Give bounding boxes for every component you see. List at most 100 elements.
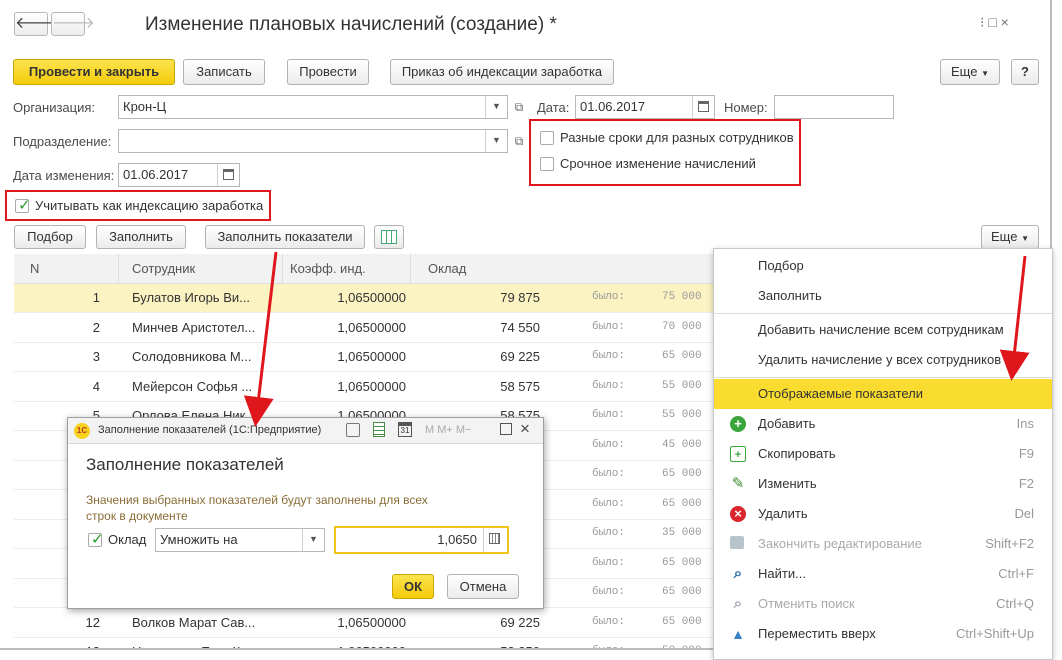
memory-buttons[interactable]: M M+ M− [425,424,471,436]
menu-item-displayed-indicators[interactable]: Отображаемые показатели [714,379,1052,409]
was-label: было: [592,645,625,648]
post-button[interactable]: Провести [287,59,369,85]
was-label: было: [592,556,626,569]
operation-value: Умножить на [160,532,238,547]
cell-n: 13 [34,644,100,648]
cell-coef: 1,06500000 [337,378,406,394]
col-header-salary[interactable]: Оклад [428,261,466,276]
date-label: Дата: [537,100,570,115]
menu-item-end-editing[interactable]: Закончить редактирование Shift+F2 [714,529,1052,559]
back-button[interactable]: 🡐 [14,12,58,36]
fill-button[interactable]: Заполнить [96,225,186,249]
department-field[interactable]: ▼ [118,129,508,153]
end-edit-icon [730,536,744,549]
post-and-close-button[interactable]: Провести и закрыть [13,59,175,85]
chevron-down-icon: ▼ [1021,234,1029,243]
table-settings-button[interactable] [374,225,404,249]
shortcut-label: Shift+F2 [985,536,1034,551]
col-header-coef[interactable]: Коэфф. инд. [290,261,366,276]
was-value: 35 000 [662,527,702,539]
open-department-icon[interactable]: ⧉ [510,130,528,152]
change-date-field[interactable]: 01.06.2017 [118,163,240,187]
value-input[interactable]: 1,0650 [334,526,509,554]
save-button[interactable]: Записать [183,59,265,85]
was-label: было: [592,586,626,598]
annotation-box-indexation [5,190,271,221]
calculator-icon[interactable] [373,422,385,437]
organization-field[interactable]: Крон-Ц ▼ [118,95,508,119]
menu-item-move-up[interactable]: ▲ Переместить вверх Ctrl+Shift+Up [714,619,1052,649]
menu-item-copy[interactable]: + Скопировать F9 [714,439,1052,469]
salary-checkbox[interactable]: ✓ [88,531,104,548]
table-row[interactable]: 13 Никаноров Егор К... 1,06500000 53 250 был… [14,638,714,648]
col-header-n[interactable]: N [30,261,39,276]
was-value: 55 000 [662,379,702,392]
calendar-icon[interactable] [692,96,714,118]
select-button[interactable]: Подбор [14,225,86,249]
menu-item-label: Добавить начисление всем сотрудникам [758,322,1004,337]
open-organization-icon[interactable]: ⧉ [510,96,528,118]
operation-select[interactable]: Умножить на ▼ [155,528,325,552]
chevron-down-icon[interactable]: ▼ [485,96,507,118]
cancel-button[interactable]: Отмена [447,574,519,599]
cell-n: 2 [92,319,100,335]
was-value: 70 000 [662,320,702,333]
dialog-titlebar: 1С Заполнение показателей (1С:Предприяти… [68,418,543,444]
window-controls[interactable]: ⁝ □ × [980,14,1009,31]
cell-salary: 79 875 [500,290,540,305]
dialog-note-line2: строк в документе [86,509,188,523]
department-label: Подразделение: [13,134,112,149]
table-row[interactable]: 4 Мейерсон Софья ... 1,06500000 58 575 было:… [14,373,714,402]
calendar-icon[interactable] [217,164,239,186]
menu-item-label: Удалить начисление у всех сотрудников [758,352,1002,367]
close-icon[interactable]: × [520,419,530,439]
col-header-employee[interactable]: Сотрудник [132,261,195,276]
fill-indicators-button[interactable]: Заполнить показатели [205,225,365,249]
maximize-icon[interactable] [500,423,512,435]
print-icon[interactable] [346,423,360,437]
date-field[interactable]: 01.06.2017 [575,95,715,119]
calculator-icon[interactable] [483,528,507,552]
shortcut-label: F9 [1018,446,1034,461]
arrow-up-icon: ▲ [731,626,745,642]
search-icon: ⌕ [733,565,743,582]
number-field[interactable] [774,95,894,119]
menu-item-edit[interactable]: ✎ Изменить F2 [714,469,1052,499]
menu-item-cancel-search[interactable]: ⌕ Отменить поиск Ctrl+Q [714,589,1052,619]
shortcut-label: F2 [1018,476,1034,491]
menu-item-label: Найти... [758,566,806,581]
table-header: N Сотрудник Коэфф. инд. Оклад [14,254,714,284]
menu-item-add-to-all[interactable]: Добавить начисление всем сотрудникам [714,315,1052,345]
menu-item-fill[interactable]: Заполнить [714,281,1052,311]
table-row[interactable]: 1 Булатов Игорь Ви... 1,06500000 79 875 было… [14,284,714,313]
number-label: Номер: [724,100,768,115]
table-row[interactable]: 2 Минчев Аристотел... 1,06500000 74 550 было… [14,314,714,343]
chevron-down-icon[interactable]: ▼ [302,529,324,551]
help-button[interactable]: ? [1011,59,1039,85]
menu-item-remove-from-all[interactable]: Удалить начисление у всех сотрудников [714,345,1052,375]
menu-item-label: Закончить редактирование [758,536,922,551]
checkmark-icon: ✓ [91,531,104,548]
menu-item-delete[interactable]: × Удалить Del [714,499,1052,529]
menu-item-add[interactable]: + Добавить Ins [714,409,1052,439]
table-more-button[interactable]: Еще ▼ [981,225,1039,249]
was-value: 55 000 [662,409,702,421]
pencil-icon: ✎ [731,475,745,492]
cell-salary: 58 575 [500,378,540,394]
chevron-down-icon[interactable]: ▼ [485,130,507,152]
table-row[interactable]: 3 Солодовникова М... 1,06500000 69 225 было:… [14,343,714,372]
add-icon: + [730,416,746,432]
ok-button[interactable]: ОК [392,574,434,599]
calendar-icon[interactable]: 31 [398,422,412,437]
cell-employee: Булатов Игорь Ви... [132,290,250,305]
indexation-order-button[interactable]: Приказ об индексации заработка [390,59,614,85]
forward-button[interactable]: 🡒 [51,12,95,36]
menu-item-find[interactable]: ⌕ Найти... Ctrl+F [714,559,1052,589]
cell-coef: 1,06500000 [337,349,406,364]
cell-salary: 69 225 [500,349,540,364]
menu-item-select[interactable]: Подбор [714,251,1052,281]
table-row[interactable]: 12 Волков Марат Сав... 1,06500000 69 225 был… [14,609,714,638]
grid-add-icon [381,230,397,244]
menu-item-label: Добавить [758,416,816,431]
more-button[interactable]: Еще ▼ [940,59,1000,85]
